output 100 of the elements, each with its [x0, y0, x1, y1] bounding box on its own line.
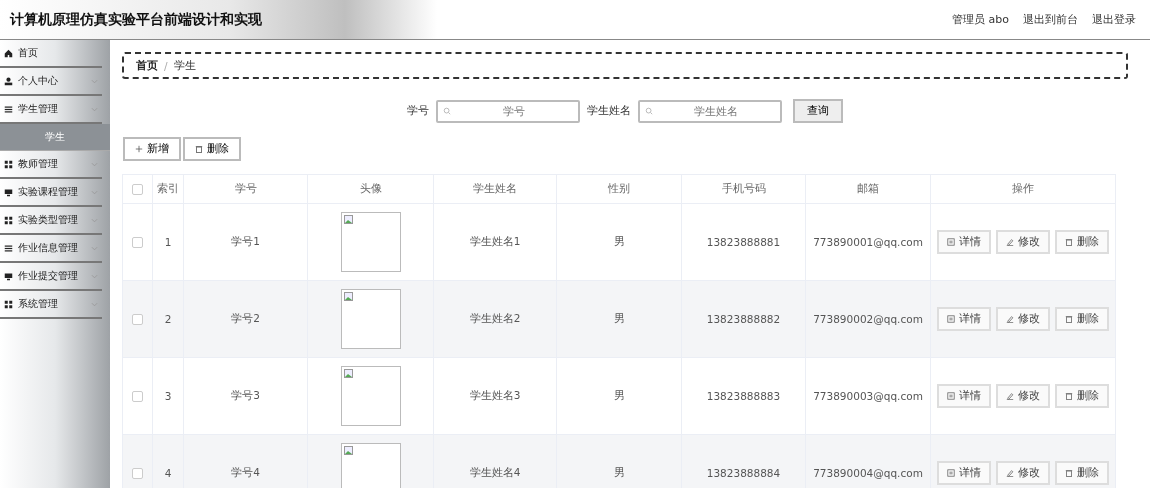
pencil-icon — [1006, 238, 1014, 246]
trash-icon — [1065, 392, 1073, 400]
query-button[interactable]: 查询 — [793, 99, 843, 123]
sidebar-item[interactable]: 实验课程管理 — [0, 179, 102, 207]
table-cell: 男 — [556, 280, 682, 358]
search-field[interactable]: 学生姓名 — [638, 99, 782, 123]
broken-image-icon — [343, 369, 354, 379]
table-cell: 男 — [556, 203, 682, 281]
doc-icon — [947, 469, 955, 477]
search-icon — [645, 106, 653, 115]
user-icon — [4, 76, 13, 86]
table-cell: 学号4 — [183, 434, 308, 488]
broken-image-icon — [343, 292, 354, 302]
pencil-icon — [1006, 469, 1014, 477]
delete-button[interactable]: 删除 — [1055, 384, 1109, 408]
table-cell: 学号3 — [183, 357, 308, 435]
field-label: 学号 — [407, 104, 429, 118]
header-link[interactable]: 退出登录 — [1092, 12, 1136, 27]
edit-button[interactable]: 修改 — [996, 230, 1050, 254]
doc-icon — [947, 238, 955, 246]
table-cell: 773890003@qq.com — [805, 357, 931, 435]
column-header: 头像 — [307, 174, 434, 204]
table-cell: 学号2 — [183, 280, 308, 358]
table-cell: 学生姓名1 — [433, 203, 557, 281]
chevron-icon — [91, 217, 98, 223]
table-cell: 773890004@qq.com — [805, 434, 931, 488]
monitor-icon — [4, 271, 13, 281]
edit-button[interactable]: 修改 — [996, 307, 1050, 331]
sidebar-item[interactable]: 作业信息管理 — [0, 235, 102, 263]
search-field[interactable]: 学号 — [436, 99, 580, 123]
table-cell: 男 — [556, 434, 682, 488]
table-cell: 学生姓名3 — [433, 357, 557, 435]
pencil-icon — [1006, 392, 1014, 400]
table-cell: 773890001@qq.com — [805, 203, 931, 281]
table-cell: 学生姓名4 — [433, 434, 557, 488]
breadcrumb-item[interactable]: 首页 — [136, 58, 158, 73]
plus-icon — [135, 145, 143, 153]
checkbox[interactable] — [132, 391, 143, 403]
sidebar-item[interactable]: 系统管理 — [0, 291, 102, 319]
table-cell: 773890002@qq.com — [805, 280, 931, 358]
chevron-icon — [91, 106, 98, 112]
search-icon — [443, 106, 451, 115]
chevron-icon — [91, 245, 98, 251]
edit-button[interactable]: 修改 — [996, 461, 1050, 485]
list-icon — [4, 243, 13, 253]
table-cell: 2 — [152, 280, 184, 358]
detail-button[interactable]: 详情 — [937, 307, 991, 331]
sidebar-item[interactable]: 个人中心 — [0, 68, 102, 96]
table-cell: 13823888884 — [681, 434, 806, 488]
app-title: 计算机原理仿真实验平台前端设计和实现 — [10, 10, 262, 29]
breadcrumb-separator: / — [164, 59, 168, 72]
table-cell: 1 — [152, 203, 184, 281]
sidebar-item[interactable]: 首页 — [0, 40, 102, 68]
chevron-icon — [91, 189, 98, 195]
table-cell: 4 — [152, 434, 184, 488]
sidebar-item[interactable]: 教师管理 — [0, 151, 102, 179]
column-header: 学号 — [183, 174, 308, 204]
chevron-icon — [91, 301, 98, 307]
doc-icon — [947, 315, 955, 323]
delete-button[interactable]: 删除 — [183, 137, 241, 161]
column-header: 操作 — [930, 174, 1116, 204]
column-header: 学生姓名 — [433, 174, 557, 204]
trash-icon — [1065, 469, 1073, 477]
delete-button[interactable]: 删除 — [1055, 461, 1109, 485]
column-header: 手机号码 — [681, 174, 806, 204]
sidebar-item[interactable]: 作业提交管理 — [0, 263, 102, 291]
detail-button[interactable]: 详情 — [937, 230, 991, 254]
broken-image-icon — [343, 215, 354, 225]
field-label: 学生姓名 — [587, 104, 631, 118]
checkbox[interactable] — [132, 184, 143, 196]
breadcrumb-item: 学生 — [173, 58, 196, 73]
grid-icon — [4, 299, 13, 309]
edit-button[interactable]: 修改 — [996, 384, 1050, 408]
table-cell: 3 — [152, 357, 184, 435]
detail-button[interactable]: 详情 — [937, 461, 991, 485]
add-button[interactable]: 新增 — [123, 137, 181, 161]
header-link[interactable]: 退出到前台 — [1023, 12, 1078, 27]
trash-icon — [195, 145, 203, 153]
list-icon — [4, 104, 13, 114]
checkbox[interactable] — [132, 237, 143, 249]
monitor-icon — [4, 187, 13, 197]
detail-button[interactable]: 详情 — [937, 384, 991, 408]
grid-icon — [4, 159, 13, 169]
delete-button[interactable]: 删除 — [1055, 230, 1109, 254]
checkbox[interactable] — [132, 314, 143, 326]
column-header: 邮箱 — [805, 174, 931, 204]
table-cell: 13823888881 — [681, 203, 806, 281]
table-cell: 13823888882 — [681, 280, 806, 358]
column-header: 索引 — [152, 174, 184, 204]
trash-icon — [1065, 238, 1073, 246]
sidebar-item[interactable]: 实验类型管理 — [0, 207, 102, 235]
delete-button[interactable]: 删除 — [1055, 307, 1109, 331]
table-cell: 男 — [556, 357, 682, 435]
home-icon — [4, 48, 13, 58]
user-label: 管理员 abo — [952, 12, 1009, 27]
table-cell: 13823888883 — [681, 357, 806, 435]
checkbox[interactable] — [132, 468, 143, 480]
chevron-icon — [91, 161, 98, 167]
table-cell: 学生姓名2 — [433, 280, 557, 358]
doc-icon — [947, 392, 955, 400]
